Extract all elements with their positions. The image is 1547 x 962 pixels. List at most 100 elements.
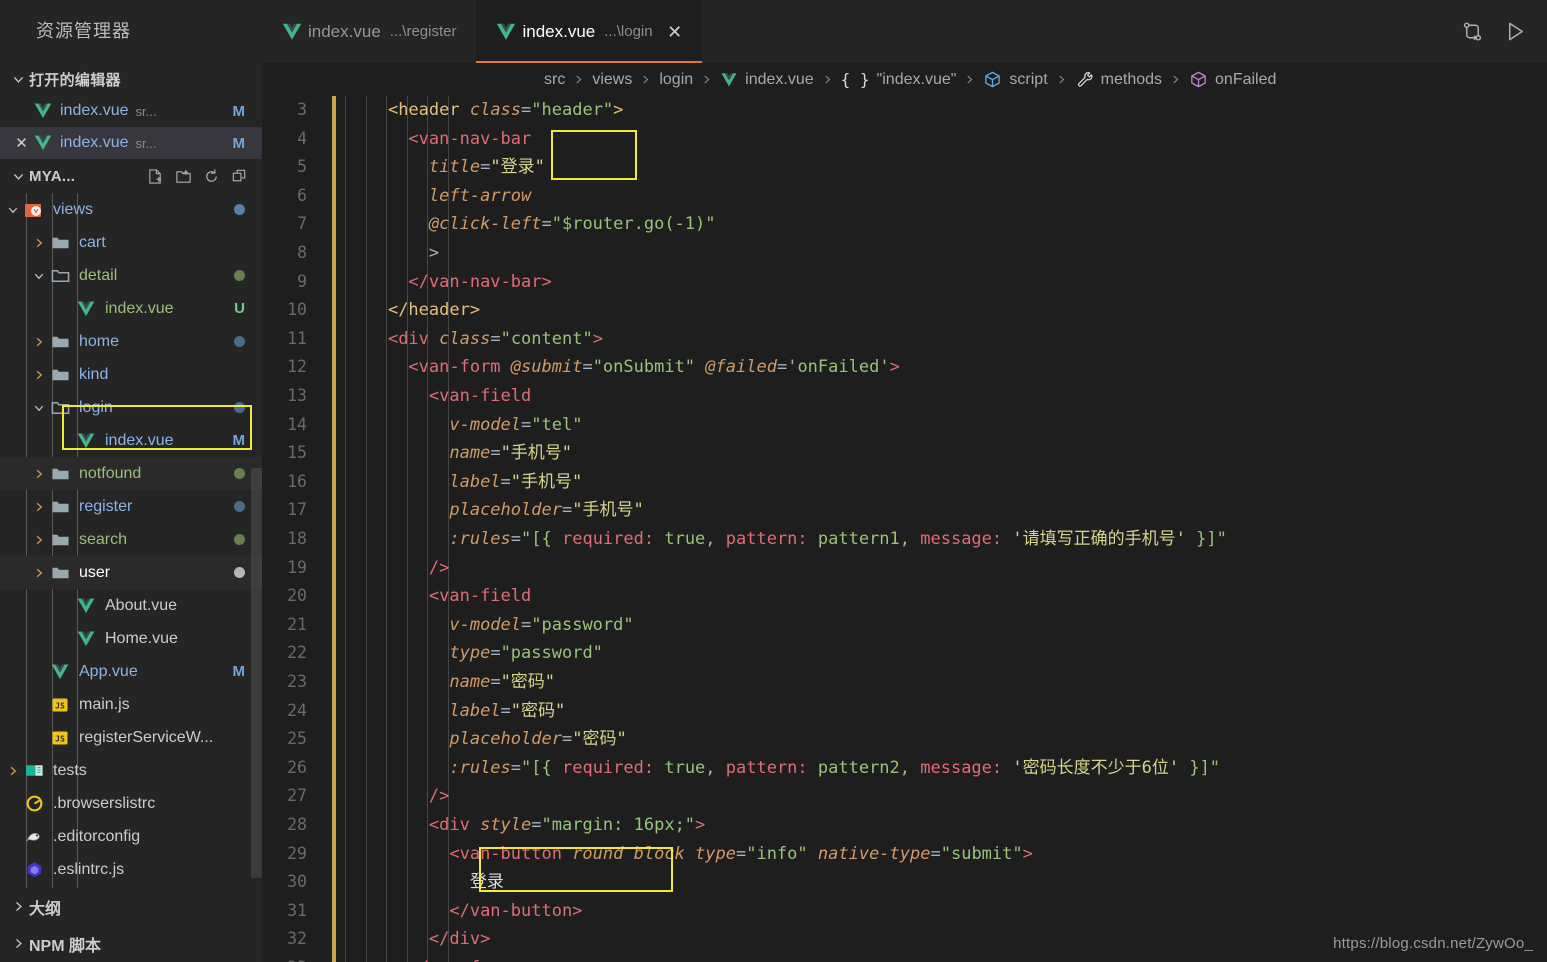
chevron-right-icon[interactable] xyxy=(30,336,48,348)
tree-folder-item[interactable]: notfound xyxy=(0,457,262,490)
line-number: 25 xyxy=(287,729,307,749)
tree-item-badge: M xyxy=(232,432,246,449)
code-line: 32 </div> xyxy=(262,925,1547,954)
chevron-down-icon[interactable] xyxy=(30,270,48,282)
chevron-right-icon[interactable] xyxy=(30,468,48,480)
code-line: 22 type="password" xyxy=(262,639,1547,668)
tree-file-item[interactable]: Home.vue xyxy=(0,622,262,655)
code-editor[interactable]: https://blog.csdn.net/ZywOo_ 3 <header c… xyxy=(262,96,1547,962)
code-text: :rules="[{ required: true, pattern: patt… xyxy=(449,757,1221,778)
tree-file-item[interactable]: index.vue M xyxy=(0,424,262,457)
chevron-right-icon[interactable] xyxy=(30,501,48,513)
section-open-editors[interactable]: 打开的编辑器 xyxy=(0,63,262,95)
code-line: 8 > xyxy=(262,239,1547,268)
code-line: 18 :rules="[{ required: true, pattern: p… xyxy=(262,525,1547,554)
tree-file-item[interactable]: .browserslistrc xyxy=(0,787,262,820)
chevron-down-icon[interactable] xyxy=(4,204,22,216)
code-line: 11 <div class="content"> xyxy=(262,325,1547,354)
tree-folder-item[interactable]: home xyxy=(0,325,262,358)
tree-folder-item[interactable]: register xyxy=(0,490,262,523)
tree-item-label: search xyxy=(79,530,128,548)
folder-icon xyxy=(48,365,72,384)
chevron-right-icon[interactable] xyxy=(30,534,48,546)
open-editor-item[interactable]: ✕ index.vue sr... M xyxy=(0,127,262,159)
breadcrumb-separator xyxy=(1056,72,1067,88)
tree-file-item[interactable]: .editorconfig xyxy=(0,820,262,853)
tree-folder-item[interactable]: login xyxy=(0,391,262,424)
line-number: 31 xyxy=(287,900,307,920)
chevron-right-icon[interactable] xyxy=(30,567,48,579)
collapse-all-icon[interactable] xyxy=(231,168,248,185)
breadcrumb-item[interactable]: login xyxy=(659,71,693,89)
tree-item-label: home xyxy=(79,332,120,350)
code-text: <van-nav-bar xyxy=(408,128,532,149)
close-icon[interactable]: ✕ xyxy=(667,23,683,41)
open-editor-badge: M xyxy=(232,102,246,120)
open-editors-list: index.vue sr... M ✕ index.vue sr... M xyxy=(0,95,262,159)
breadcrumb-label: script xyxy=(1009,70,1048,88)
tree-file-item[interactable]: JS registerServiceW... xyxy=(0,721,262,754)
line-number: 13 xyxy=(287,386,307,405)
editor-tab[interactable]: index.vue ...\login ✕ xyxy=(476,0,703,63)
breadcrumb-label: methods xyxy=(1100,70,1163,88)
eslint-icon xyxy=(22,860,46,879)
run-play-icon[interactable] xyxy=(1504,20,1527,43)
breadcrumb-label: index.vue xyxy=(745,70,814,88)
tree-file-item[interactable]: .eslintrc.js xyxy=(0,853,262,886)
tree-folder-item[interactable]: kind xyxy=(0,358,262,391)
tree-folder-item[interactable]: tests xyxy=(0,754,262,787)
tree-folder-item[interactable]: cart xyxy=(0,226,262,259)
folder-icon xyxy=(48,332,72,351)
section-outline[interactable]: 大纲 xyxy=(0,888,262,925)
tree-item-status-dot xyxy=(234,204,245,215)
open-editor-item[interactable]: index.vue sr... M xyxy=(0,95,262,127)
refresh-icon[interactable] xyxy=(203,168,220,185)
code-text: 登录 xyxy=(469,872,504,893)
tree-file-item[interactable]: index.vue U xyxy=(0,292,262,325)
breadcrumb-item[interactable]: index.vue xyxy=(720,71,814,89)
close-icon[interactable]: ✕ xyxy=(11,134,32,152)
code-line: 28 <div style="margin: 16px;"> xyxy=(262,811,1547,840)
code-text: </van-nav-bar> xyxy=(408,271,552,292)
breadcrumb-item[interactable]: src xyxy=(544,71,565,89)
breadcrumb-item[interactable]: { } "index.vue" xyxy=(841,70,957,89)
code-line: 19 /> xyxy=(262,554,1547,583)
tree-folder-item[interactable]: detail xyxy=(0,259,262,292)
file-tree: views cart detail index.vue Uhome kind login in… xyxy=(0,193,262,888)
open-editor-name: index.vue xyxy=(60,134,129,151)
new-folder-icon[interactable] xyxy=(175,168,192,185)
tree-folder-item[interactable]: user xyxy=(0,556,262,589)
section-project[interactable]: MYA... xyxy=(0,159,262,193)
chevron-right-icon xyxy=(7,937,29,950)
line-number: 8 xyxy=(297,243,307,262)
breadcrumb-item[interactable]: script xyxy=(983,70,1048,89)
tree-file-item[interactable]: About.vue xyxy=(0,589,262,622)
section-npm-scripts[interactable]: NPM 脚本 xyxy=(0,925,262,962)
split-compare-icon[interactable] xyxy=(1461,20,1484,43)
code-line: 13 <van-field xyxy=(262,382,1547,411)
tree-folder-item[interactable]: views xyxy=(0,193,262,226)
code-text: <div style="margin: 16px;"> xyxy=(428,815,706,835)
breadcrumb-item[interactable]: methods xyxy=(1075,70,1162,89)
tree-file-item[interactable]: .gitignore xyxy=(0,886,262,888)
breadcrumb-item[interactable]: views xyxy=(592,71,632,89)
tree-item-label: tests xyxy=(53,761,87,779)
tree-item-label: index.vue xyxy=(105,299,174,317)
tree-file-item[interactable]: JS main.js xyxy=(0,688,262,721)
chevron-down-icon[interactable] xyxy=(30,402,48,414)
tree-item-label: About.vue xyxy=(105,596,178,614)
new-file-icon[interactable] xyxy=(147,168,164,185)
tree-folder-item[interactable]: search xyxy=(0,523,262,556)
chevron-right-icon[interactable] xyxy=(4,765,22,777)
line-number: 28 xyxy=(287,815,307,834)
chevron-right-icon[interactable] xyxy=(30,237,48,249)
tree-file-item[interactable]: App.vue M xyxy=(0,655,262,688)
code-line: 21 v-model="password" xyxy=(262,611,1547,640)
line-number: 12 xyxy=(287,357,307,377)
project-label: MYA... xyxy=(29,167,76,185)
sidebar-scrollbar[interactable] xyxy=(251,468,262,878)
editor-tab[interactable]: index.vue ...\register xyxy=(262,0,477,63)
breadcrumb-item[interactable]: onFailed xyxy=(1189,70,1276,89)
tree-item-label: .eslintrc.js xyxy=(53,860,125,878)
chevron-right-icon[interactable] xyxy=(30,369,48,381)
